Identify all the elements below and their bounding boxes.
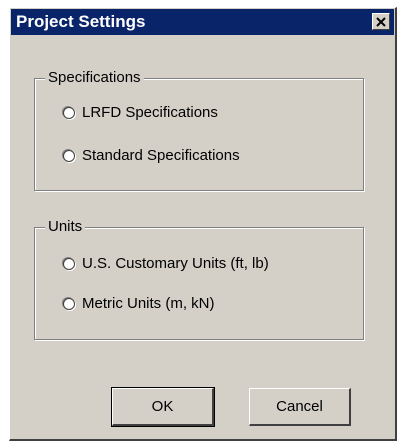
radio-label: LRFD Specifications [82, 104, 218, 121]
close-button[interactable] [372, 13, 390, 30]
specifications-group: Specifications LRFD Specifications Stand… [34, 69, 364, 191]
radio-button-icon [63, 106, 75, 119]
radio-standard-specifications[interactable]: Standard Specifications [63, 147, 240, 164]
radio-label: Metric Units (m, kN) [82, 295, 215, 312]
units-group: Units U.S. Customary Units (ft, lb) Metr… [34, 218, 364, 340]
dialog-title: Project Settings [16, 12, 146, 31]
radio-label: U.S. Customary Units (ft, lb) [82, 255, 269, 272]
units-group-label: Units [45, 218, 86, 235]
project-settings-dialog: Project Settings Specifications LRFD Spe… [9, 7, 397, 441]
cancel-button[interactable]: Cancel [249, 388, 351, 426]
specifications-group-label: Specifications [45, 69, 144, 86]
close-x-icon [376, 16, 386, 27]
radio-us-customary-units[interactable]: U.S. Customary Units (ft, lb) [63, 255, 269, 272]
cancel-button-label: Cancel [276, 398, 323, 415]
radio-lrfd-specifications[interactable]: LRFD Specifications [63, 104, 218, 121]
radio-button-icon [63, 257, 75, 270]
radio-metric-units[interactable]: Metric Units (m, kN) [63, 295, 215, 312]
ok-button-label: OK [151, 398, 174, 415]
radio-button-icon [63, 149, 75, 162]
radio-label: Standard Specifications [82, 147, 240, 164]
title-bar[interactable]: Project Settings [11, 9, 394, 35]
radio-button-icon [63, 297, 75, 310]
ok-button[interactable]: OK [111, 387, 215, 427]
